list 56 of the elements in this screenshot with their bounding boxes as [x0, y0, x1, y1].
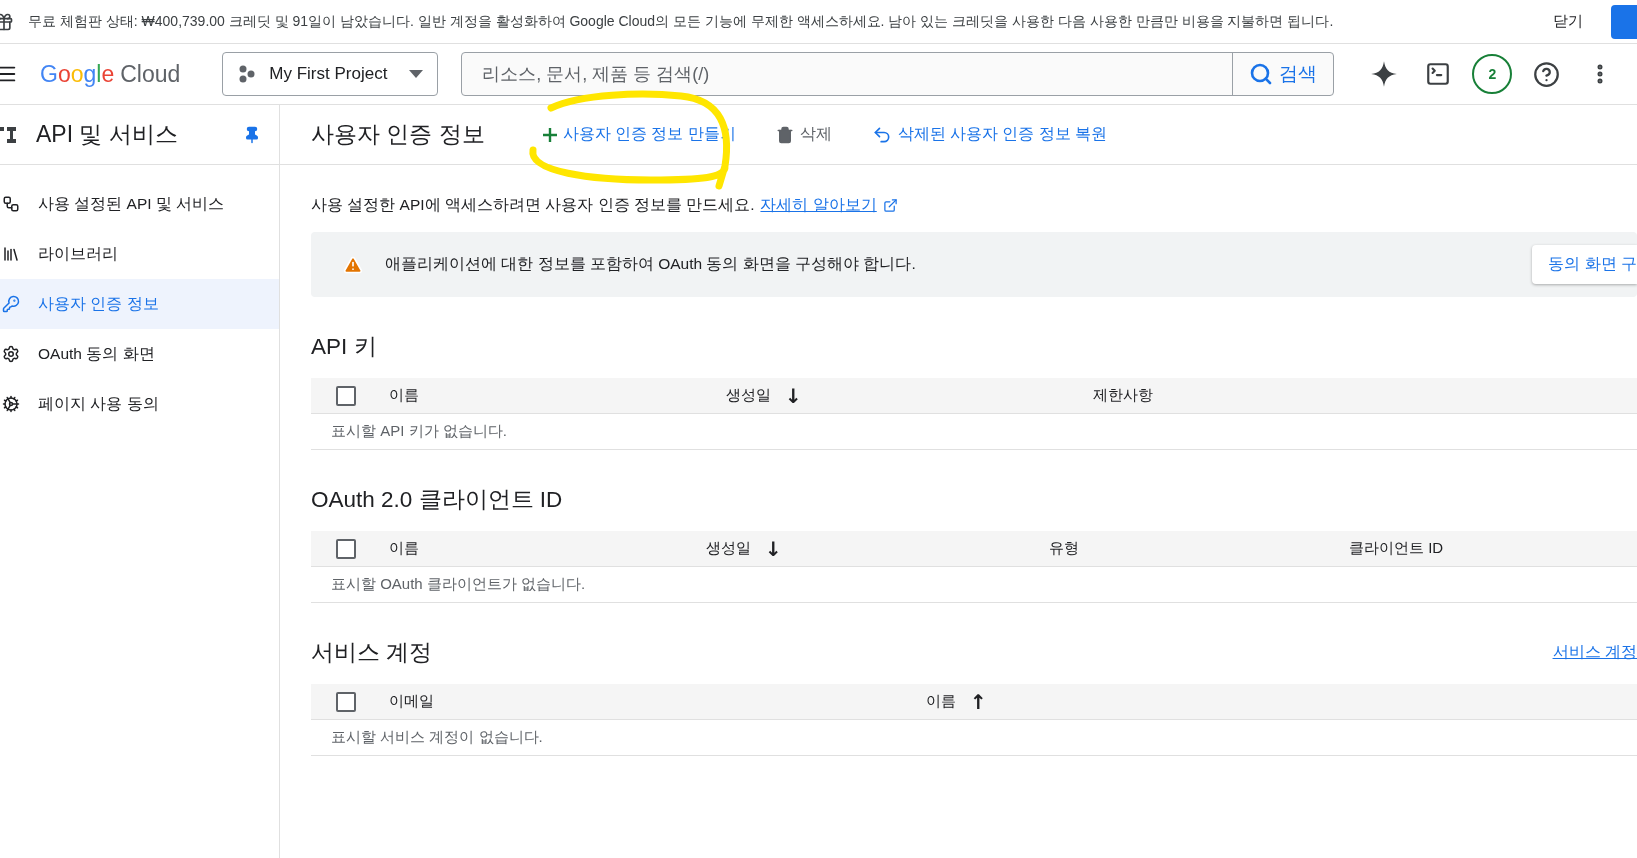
sidebar-item[interactable]: OAuth 동의 화면 [0, 329, 279, 379]
select-all-checkbox[interactable] [336, 691, 356, 712]
nav-icon [2, 295, 20, 313]
search-field[interactable]: 리소스, 문서, 제품 등 검색(/) 검색 [461, 52, 1335, 96]
configure-consent-button[interactable]: 동의 화면 구 [1532, 245, 1637, 284]
sidebar-title: API 및 서비스 [36, 120, 179, 149]
caret-icon [409, 70, 424, 78]
undo-icon [871, 124, 892, 145]
column-header[interactable]: 이메일 [389, 692, 434, 711]
gift-icon [0, 11, 14, 32]
select-all-checkbox[interactable] [336, 538, 356, 559]
column-header[interactable]: 이름 [389, 539, 419, 558]
column-header[interactable]: 유형 [1049, 539, 1079, 558]
section-title: 서비스 계정 [311, 638, 433, 667]
learn-more-link[interactable]: 자세히 알아보기 [760, 195, 877, 216]
page-title: 사용자 인증 정보 [311, 120, 485, 149]
column-header[interactable]: 클라이언트 ID [1349, 539, 1444, 558]
activate-button[interactable] [1611, 4, 1637, 39]
trial-banner-text: 무료 체험판 상태: ₩400,739.00 크레딧 및 91일이 남았습니다. 일반 계정을 활성화하여 Google Cloud의 모든 기능에 무제한 액세스하세요. 남아 있는 크레딧을 사용한 다음 사용한 만큼만 비용을 지불하면 됩니다. [28, 12, 1335, 31]
toolbar-button[interactable]: 삭제된 사용자 인증 정보 복원 [863, 118, 1115, 151]
close-button[interactable]: 닫기 [1541, 6, 1595, 37]
sort-arrow[interactable]: ↑ [970, 691, 987, 712]
pin-icon[interactable] [243, 125, 261, 144]
sidebar-item[interactable]: 사용자 인증 정보 [0, 279, 279, 329]
sidebar-item[interactable]: 사용 설정된 API 및 서비스 [0, 179, 279, 229]
column-header[interactable]: 생성일 [706, 539, 751, 558]
intro-text: 사용 설정한 API에 액세스하려면 사용자 인증 정보를 만드세요. [311, 195, 755, 215]
sort-arrow[interactable]: ↓ [765, 538, 782, 559]
notification-badge[interactable]: 2 [1472, 54, 1513, 94]
select-all-checkbox[interactable] [336, 385, 356, 406]
sidebar-item[interactable]: 페이지 사용 동의 [0, 379, 279, 429]
trash-icon [775, 125, 794, 144]
column-header[interactable]: 생성일 [726, 386, 771, 405]
section-title: API 키 [311, 332, 377, 361]
nav-icon [2, 245, 20, 263]
notice-text: 애플리케이션에 대한 정보를 포함하여 OAuth 동의 화면을 구성해야 합니다. [385, 254, 917, 274]
nav-icon [2, 395, 20, 413]
column-header[interactable]: 제한사항 [1093, 386, 1153, 405]
warning-icon [343, 254, 363, 275]
empty-message: 표시할 API 키가 없습니다. [331, 422, 507, 441]
column-header[interactable]: 이름 [926, 692, 956, 711]
nav-icon [2, 345, 20, 363]
google-cloud-logo[interactable]: Google Cloud [40, 60, 181, 88]
sort-arrow[interactable]: ↓ [785, 385, 802, 406]
nav-icon [2, 195, 20, 213]
plus-icon [542, 127, 557, 142]
empty-message: 표시할 서비스 계정이 없습니다. [331, 728, 543, 747]
empty-message: 표시할 OAuth 클라이언트가 없습니다. [331, 575, 586, 594]
service-account-link[interactable]: 서비스 계정 [1552, 641, 1637, 663]
project-picker[interactable]: My First Project [222, 52, 439, 96]
sidebar-item[interactable]: 라이브러리 [0, 229, 279, 279]
search-icon [1249, 62, 1274, 86]
section-title: OAuth 2.0 클라이언트 ID [311, 485, 563, 514]
search-button[interactable]: 검색 [1232, 53, 1334, 95]
column-header[interactable]: 이름 [389, 386, 419, 405]
external-link-icon [882, 198, 898, 213]
